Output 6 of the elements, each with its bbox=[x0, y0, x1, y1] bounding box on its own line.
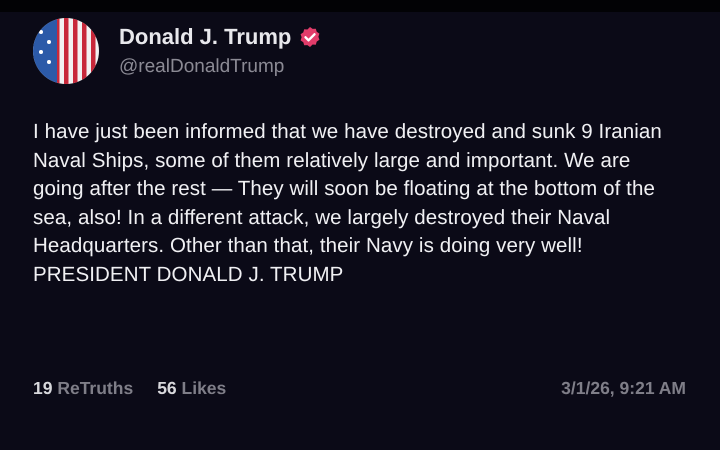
stat-count: 19 ReTruths bbox=[33, 377, 134, 400]
timestamp: 3/1/26, 9:21 AM bbox=[561, 377, 686, 400]
author-handle: @realDonaldTrump bbox=[119, 55, 286, 80]
post-text: I have just been informed that we have destroyed and sunk 9 Iranian Naval Ships, some of them relatively large and important. We are going after the rest — They will soon be floating at the bottom of the sea, also! In a different attack, we largely destroyed their Naval Headquarters. Other than that, their Navy is doing very well! PRESIDENT DONALD J. TRUMP bbox=[33, 119, 663, 288]
stat-count: 56 Likes bbox=[157, 377, 226, 400]
author-name: Donald J. Trump bbox=[119, 23, 292, 52]
